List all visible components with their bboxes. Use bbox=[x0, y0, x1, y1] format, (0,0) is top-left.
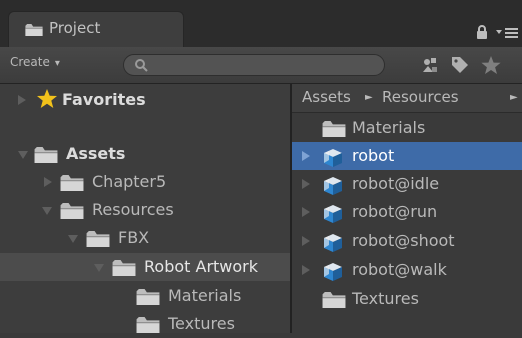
materials-label: Materials bbox=[168, 286, 242, 305]
expand-arrow-icon[interactable] bbox=[44, 177, 52, 187]
asset-label: robot@shoot bbox=[352, 231, 455, 250]
asset-label: robot@walk bbox=[352, 260, 447, 279]
folder-icon bbox=[322, 292, 346, 308]
favorites-label: Favorites bbox=[62, 90, 146, 109]
search-icon bbox=[135, 59, 148, 72]
folder-icon bbox=[34, 147, 58, 163]
cube-icon bbox=[322, 233, 344, 253]
folder-icon bbox=[322, 121, 346, 137]
project-tab[interactable]: Project bbox=[8, 11, 184, 47]
dropdown-arrow-icon: ▾ bbox=[54, 58, 60, 69]
expand-arrow-icon[interactable] bbox=[302, 207, 310, 217]
tab-menu-icon[interactable] bbox=[496, 26, 520, 40]
tree-item-resources[interactable]: Resources bbox=[0, 196, 290, 224]
asset-item-robot-shoot[interactable]: robot@shoot bbox=[292, 227, 522, 255]
textures-label: Textures bbox=[168, 314, 235, 333]
tree-item-robot-artwork[interactable]: Robot Artwork bbox=[0, 253, 290, 281]
breadcrumb-separator-icon: ► bbox=[510, 92, 518, 103]
folder-tree: Favorites Assets Chapter5 Resources FBX … bbox=[0, 84, 290, 333]
asset-item-textures[interactable]: Textures bbox=[292, 285, 522, 313]
cube-icon bbox=[322, 204, 344, 224]
search-by-type-icon[interactable] bbox=[420, 55, 440, 75]
star-icon[interactable] bbox=[480, 55, 502, 75]
tree-item-favorites[interactable]: Favorites bbox=[0, 86, 290, 114]
expand-arrow-icon[interactable] bbox=[302, 151, 310, 161]
asset-list: Assets ► Resources ► Materials robot rob… bbox=[292, 84, 522, 333]
tag-icon[interactable] bbox=[450, 55, 470, 75]
star-icon bbox=[37, 89, 57, 108]
breadcrumb-separator-icon: ► bbox=[365, 92, 373, 103]
expand-arrow-icon[interactable] bbox=[302, 236, 310, 246]
asset-label: robot@idle bbox=[352, 174, 440, 193]
folder-icon bbox=[136, 289, 160, 305]
asset-label: Materials bbox=[352, 118, 426, 137]
search-input[interactable] bbox=[123, 54, 385, 76]
tab-title: Project bbox=[49, 19, 101, 37]
asset-item-robot-idle[interactable]: robot@idle bbox=[292, 170, 522, 198]
project-toolbar: Create ▾ bbox=[0, 47, 522, 84]
asset-label: Textures bbox=[352, 289, 419, 308]
expand-arrow-icon[interactable] bbox=[302, 179, 310, 189]
tree-item-textures[interactable]: Textures bbox=[0, 310, 290, 338]
folder-icon bbox=[60, 203, 84, 219]
asset-item-robot[interactable]: robot bbox=[292, 142, 522, 170]
expand-arrow-icon[interactable] bbox=[18, 95, 26, 105]
collapse-arrow-icon[interactable] bbox=[42, 207, 52, 215]
cube-icon bbox=[322, 176, 344, 196]
breadcrumb-assets[interactable]: Assets bbox=[302, 88, 351, 106]
asset-item-robot-walk[interactable]: robot@walk bbox=[292, 256, 522, 284]
tree-item-assets[interactable]: Assets bbox=[0, 140, 290, 168]
robot-artwork-label: Robot Artwork bbox=[144, 257, 259, 276]
collapse-arrow-icon[interactable] bbox=[94, 264, 104, 272]
create-label: Create bbox=[10, 55, 50, 69]
folder-icon bbox=[112, 260, 136, 276]
cube-icon bbox=[322, 262, 344, 282]
folder-icon bbox=[86, 231, 110, 247]
folder-icon bbox=[25, 24, 43, 36]
asset-label: robot bbox=[352, 146, 395, 165]
fbx-label: FBX bbox=[118, 228, 150, 247]
create-button[interactable]: Create ▾ bbox=[10, 55, 60, 69]
tab-bar: Project bbox=[0, 0, 522, 47]
asset-item-robot-run[interactable]: robot@run bbox=[292, 198, 522, 226]
collapse-arrow-icon[interactable] bbox=[68, 235, 78, 243]
folder-icon bbox=[136, 317, 160, 333]
chapter5-label: Chapter5 bbox=[92, 172, 167, 191]
breadcrumb: Assets ► Resources ► bbox=[292, 84, 522, 113]
folder-icon bbox=[60, 175, 84, 191]
breadcrumb-resources[interactable]: Resources bbox=[382, 88, 459, 106]
collapse-arrow-icon[interactable] bbox=[18, 151, 28, 159]
asset-item-materials[interactable]: Materials bbox=[292, 114, 522, 142]
tree-item-fbx[interactable]: FBX bbox=[0, 224, 290, 252]
tree-item-materials[interactable]: Materials bbox=[0, 282, 290, 310]
tree-item-chapter5[interactable]: Chapter5 bbox=[0, 168, 290, 196]
lock-icon[interactable] bbox=[476, 25, 488, 39]
resources-label: Resources bbox=[92, 200, 174, 219]
asset-label: robot@run bbox=[352, 202, 438, 221]
expand-arrow-icon[interactable] bbox=[302, 265, 310, 275]
cube-icon bbox=[322, 148, 344, 168]
assets-label: Assets bbox=[66, 144, 126, 163]
